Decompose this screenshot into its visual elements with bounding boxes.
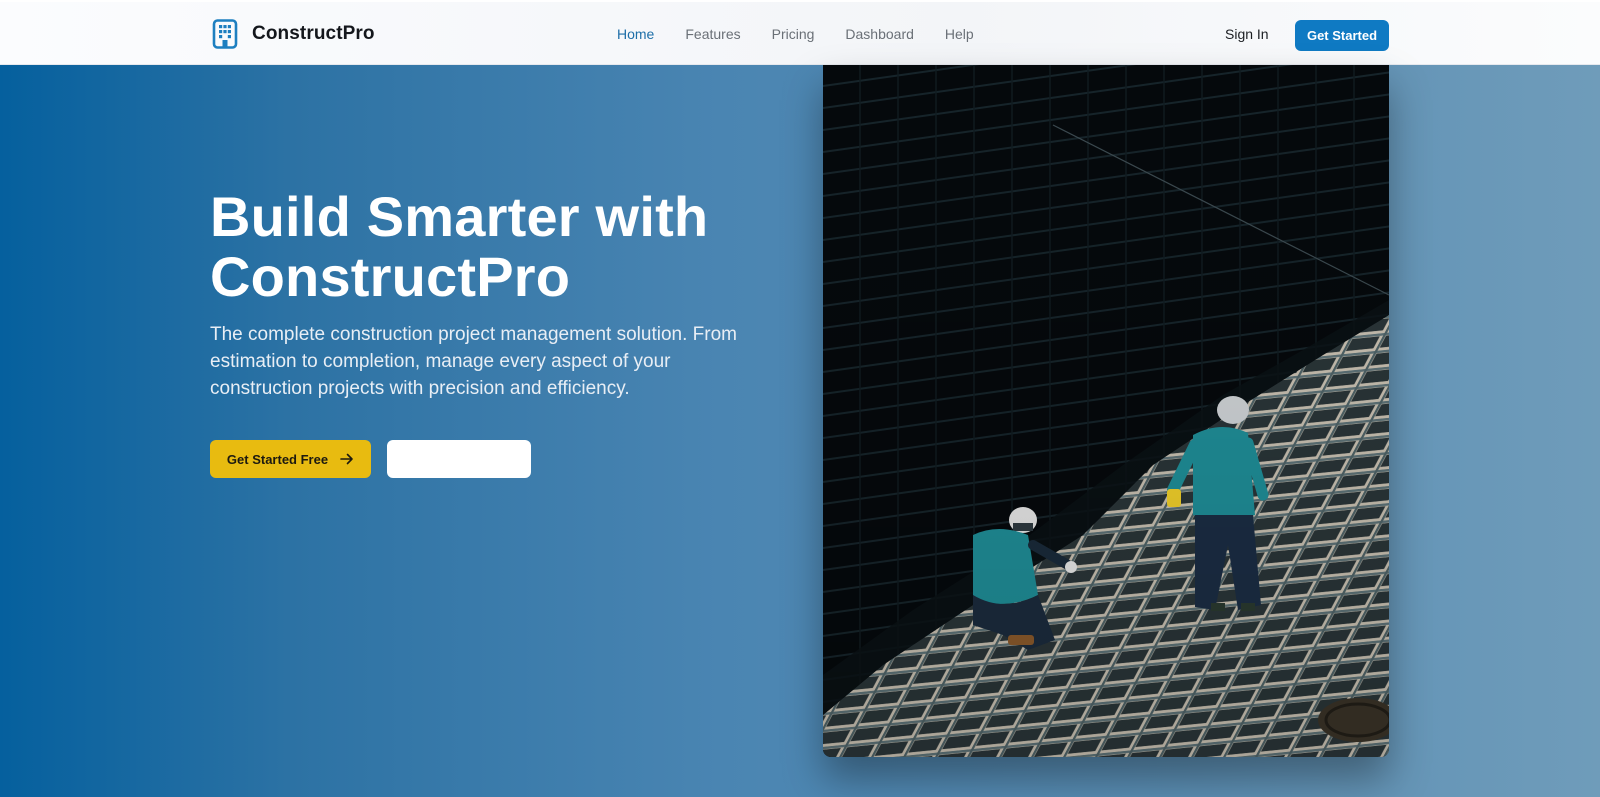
secondary-cta-button[interactable] <box>387 440 531 478</box>
nav-features[interactable]: Features <box>685 26 740 42</box>
nav-pricing[interactable]: Pricing <box>772 26 815 42</box>
get-started-button[interactable]: Get Started <box>1295 20 1389 51</box>
hero-section: Build Smarter with ConstructPro The comp… <box>0 65 1600 797</box>
photo-illustration <box>823 65 1389 757</box>
hero-title: Build Smarter with ConstructPro <box>210 187 790 307</box>
main-nav: Home Features Pricing Dashboard Help <box>617 2 1005 65</box>
top-navbar: ConstructPro Home Features Pricing Dashb… <box>0 2 1600 65</box>
arrow-right-icon <box>340 453 354 465</box>
hero-title-line1: Build Smarter with <box>210 185 709 248</box>
hero-subtitle: The complete construction project manage… <box>210 324 737 399</box>
nav-dashboard[interactable]: Dashboard <box>845 26 914 42</box>
get-started-free-button[interactable]: Get Started Free <box>210 440 371 478</box>
hero-title-line2: ConstructPro <box>210 245 571 308</box>
get-started-free-label: Get Started Free <box>226 451 329 467</box>
building-icon <box>212 19 238 49</box>
nav-help[interactable]: Help <box>945 26 974 42</box>
brand-name: ConstructPro <box>252 23 375 44</box>
nav-home[interactable]: Home <box>617 26 654 42</box>
brand-logo-link[interactable]: ConstructPro <box>212 18 375 50</box>
construction-workers-photo <box>823 65 1389 757</box>
sign-in-link[interactable]: Sign In <box>1225 26 1269 42</box>
